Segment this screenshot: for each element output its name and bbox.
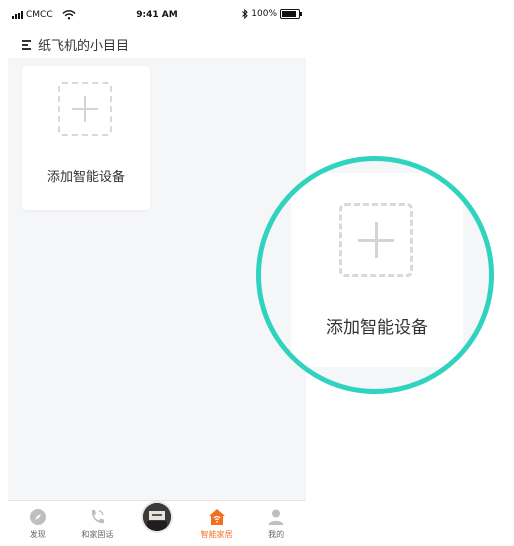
compass-icon (29, 509, 46, 525)
tab-smart-home[interactable]: 智能家居 (187, 501, 247, 546)
bluetooth-icon (242, 9, 248, 19)
status-right: 100% (242, 9, 302, 19)
tab-label: 发现 (29, 530, 46, 539)
battery-percent: 100% (251, 9, 277, 19)
add-device-card[interactable]: 添加智能设备 (22, 66, 150, 210)
tab-bar: 发现 和家固话 智能家居 我的 (8, 500, 306, 546)
header: 纸飞机的小目目 (8, 30, 306, 58)
zoom-add-device-card: 添加智能设备 (291, 173, 463, 367)
tab-avatar[interactable] (127, 501, 187, 546)
user-icon (268, 509, 284, 525)
tab-label: 智能家居 (200, 530, 233, 539)
add-device-label: 添加智能设备 (46, 170, 125, 185)
zoom-add-plus-icon (339, 203, 413, 277)
tab-mine[interactable]: 我的 (246, 501, 306, 546)
zoom-callout: 添加智能设备 (256, 156, 494, 394)
battery-level-fill (282, 11, 296, 17)
battery-icon (280, 9, 302, 19)
phone-icon (92, 510, 105, 524)
zoom-add-device-label: 添加智能设备 (326, 318, 428, 338)
status-bar: CMCC 9:41 AM 100% (8, 0, 306, 30)
tab-home-phone[interactable]: 和家固话 (68, 501, 128, 546)
tab-label: 和家固话 (81, 530, 114, 539)
tab-label: 我的 (268, 530, 285, 539)
add-plus-icon[interactable] (58, 82, 112, 136)
page-title[interactable]: 纸飞机的小目目 (38, 35, 129, 54)
tab-discover[interactable]: 发现 (8, 501, 68, 546)
smart-home-icon (208, 509, 225, 525)
menu-icon[interactable] (22, 39, 32, 50)
avatar[interactable] (142, 503, 171, 531)
